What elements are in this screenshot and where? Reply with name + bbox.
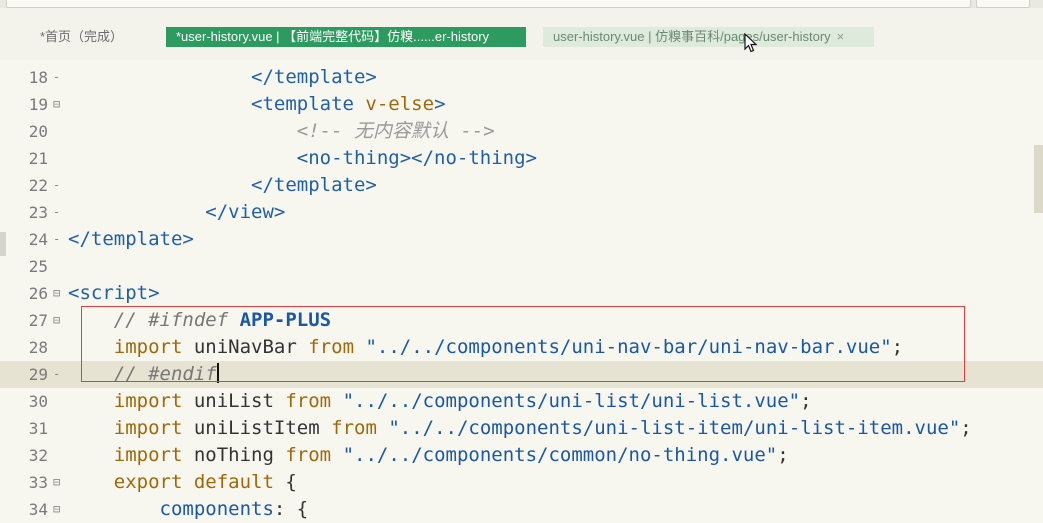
line-number: 30 [28, 392, 48, 411]
editor-tab-bar: *首页（完成） *user-history.vue | 【前端完整代码】仿糗..… [0, 8, 1043, 60]
line-number: 31 [28, 419, 48, 438]
code-text: <!-- 无内容默认 --> [296, 120, 495, 142]
code-line[interactable]: 21 <no-thing></no-thing> [0, 145, 1043, 172]
code-text: <template v-else> [251, 93, 446, 115]
code-line[interactable]: 31 import uniListItem from "../../compon… [0, 415, 1043, 442]
code-line[interactable]: 18- </template> [0, 64, 1043, 91]
code-line[interactable]: 32 import noThing from "../../components… [0, 442, 1043, 469]
fold-guide [53, 415, 63, 442]
line-number: 20 [28, 122, 48, 141]
code-line[interactable]: 22- </template> [0, 172, 1043, 199]
line-number: 25 [28, 257, 48, 276]
fold-toggle-icon[interactable]: ⊟ [53, 307, 63, 334]
fold-guide [53, 118, 63, 145]
code-text: export default { [113, 471, 297, 493]
fold-guide: - [53, 367, 61, 381]
code-line[interactable]: 24- </template> [0, 226, 1043, 253]
fold-toggle-icon[interactable]: ⊟ [53, 280, 63, 307]
fold-guide [53, 253, 63, 280]
close-icon[interactable]: × [837, 29, 845, 44]
line-number: 19 [28, 95, 48, 114]
top-toolbar [0, 0, 1043, 8]
code-line[interactable]: 20 <!-- 无内容默认 --> [0, 118, 1043, 145]
tab-user-history-preview[interactable]: user-history.vue | 仿糗事百科/pages/user-hist… [543, 27, 874, 47]
code-line[interactable]: 25 [0, 253, 1043, 280]
code-text: components: { [159, 498, 309, 520]
code-editor[interactable]: 18- </template> 19 ⊟ <template v-else> 20 <… [0, 64, 1043, 523]
code-text: import uniList from "../../components/un… [113, 390, 812, 412]
tab-user-history-active[interactable]: *user-history.vue | 【前端完整代码】仿糗......er-h… [166, 27, 526, 47]
code-text: </view> [205, 201, 286, 223]
line-number: 29 [28, 365, 48, 384]
line-number: 24 [28, 230, 48, 249]
fold-guide [53, 388, 63, 415]
gutter-marker [0, 232, 6, 256]
line-number: 18 [28, 68, 48, 87]
tab-home[interactable]: *首页（完成） [30, 27, 133, 47]
fold-guide: - [53, 178, 61, 192]
fold-toggle-icon[interactable]: ⊟ [53, 496, 63, 523]
line-number: 21 [28, 149, 48, 168]
code-text: import noThing from "../../components/co… [113, 444, 789, 466]
fold-guide [53, 334, 63, 361]
fold-toggle-icon[interactable]: ⊟ [53, 469, 63, 496]
fold-guide: - [53, 232, 61, 246]
line-number: 27 [28, 311, 48, 330]
tab-label: *user-history.vue | 【前端完整代码】仿糗......er-h… [176, 29, 490, 44]
code-line[interactable]: 34 ⊟ components: { [0, 496, 1043, 523]
code-line[interactable]: 26 ⊟ <script> [0, 280, 1043, 307]
scrollbar-thumb[interactable] [1034, 145, 1043, 213]
tab-label: user-history.vue | 仿糗事百科/pages/user-hist… [553, 29, 831, 44]
selection-annotation-box [81, 306, 965, 382]
code-text: <script> [68, 282, 160, 304]
fold-toggle-icon[interactable]: ⊟ [53, 91, 63, 118]
fold-guide: - [53, 70, 61, 84]
tab-label: *首页（完成） [40, 29, 124, 44]
line-number: 33 [28, 473, 48, 492]
line-number: 32 [28, 446, 48, 465]
mouse-pointer-icon [744, 33, 758, 53]
code-text: import uniListItem from "../../component… [113, 417, 972, 439]
code-line[interactable]: 30 import uniList from "../../components… [0, 388, 1043, 415]
code-line[interactable]: 23- </view> [0, 199, 1043, 226]
code-text: </template> [68, 228, 194, 250]
code-line[interactable]: 33 ⊟ export default { [0, 469, 1043, 496]
address-input[interactable] [6, 0, 971, 8]
line-number: 28 [28, 338, 48, 357]
fold-guide [53, 145, 63, 172]
line-number: 23 [28, 203, 48, 222]
fold-guide: - [53, 205, 61, 219]
fold-guide [53, 442, 63, 469]
line-number: 34 [28, 500, 48, 519]
code-text: <no-thing></no-thing> [296, 147, 537, 169]
line-number: 22 [28, 176, 48, 195]
code-text: </template> [251, 174, 377, 196]
line-number: 26 [28, 284, 48, 303]
code-text: </template> [251, 66, 377, 88]
code-line[interactable]: 19 ⊟ <template v-else> [0, 91, 1043, 118]
toolbar-button[interactable] [976, 0, 1030, 8]
